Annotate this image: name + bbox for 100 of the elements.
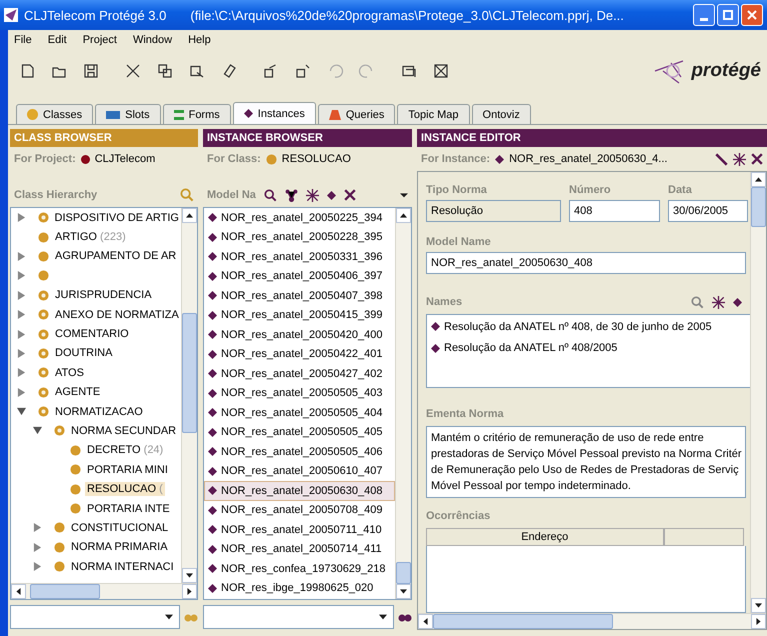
text-field[interactable]: 30/06/2005	[668, 200, 748, 222]
tab[interactable]: Instances	[232, 102, 316, 124]
tab[interactable]: Ontoviz	[472, 104, 531, 124]
instance-row[interactable]: NOR_res_anatel_20050422_401	[204, 344, 395, 364]
text-field[interactable]: 408	[569, 200, 660, 222]
expand-arrow-icon[interactable]	[17, 213, 26, 222]
class-name[interactable]: NORMATIZACAO	[53, 404, 145, 419]
instance-row[interactable]: NOR_res_anatel_20050505_404	[204, 403, 395, 422]
scroll-down-button[interactable]	[182, 568, 197, 583]
expand-arrow-icon[interactable]	[33, 523, 42, 532]
expand-arrow-icon[interactable]	[33, 542, 42, 552]
scrollbar-thumb[interactable]	[751, 187, 766, 227]
tab[interactable]: Queries	[318, 104, 396, 124]
menu-item[interactable]: Edit	[48, 34, 67, 46]
instance-row[interactable]: NOR_res_anatel_20050225_394	[204, 208, 395, 228]
class-name[interactable]: DISPOSITIVO DE ARTIG	[52, 210, 181, 225]
instance-row[interactable]: NOR_res_ibge_19980625_020	[204, 578, 395, 598]
class-name[interactable]: NORMA PRIMARIA	[69, 540, 170, 554]
sparkle-icon[interactable]	[306, 188, 319, 202]
expand-arrow-icon[interactable]	[17, 348, 26, 358]
text-area[interactable]: Mantém o critério de remuneração de uso de rede entre prestadoras de Serviço Móvel Pessoal previsto na Norma Critér de Remuneração pelo Uso de Redes de Prestadoras de Serviç Móvel Pessoal por tempo indeterminado.	[426, 426, 746, 498]
menu-item[interactable]: Help	[188, 34, 211, 46]
expand-arrow-icon[interactable]	[17, 271, 26, 280]
scroll-right-button[interactable]	[182, 584, 197, 599]
instance-row[interactable]: NOR_res_anatel_20050708_409	[204, 500, 395, 520]
instance-row[interactable]: NOR_res_anatel_20050505_406	[204, 442, 395, 462]
class-name[interactable]: ARTIGO (223)	[53, 230, 128, 244]
menu-item[interactable]: Window	[132, 34, 172, 46]
scrollbar-thumb[interactable]	[396, 562, 411, 584]
expand-arrow-icon[interactable]	[17, 368, 26, 378]
scrollbar-thumb[interactable]	[182, 313, 197, 433]
search-field[interactable]	[10, 605, 180, 629]
tab[interactable]: Topic Map	[397, 104, 470, 124]
instance-row[interactable]: NOR_res_anatel_20050427_402	[204, 364, 395, 384]
instance-row[interactable]: NOR_res_anatel_20050610_407	[204, 462, 395, 481]
tab[interactable]: Forms	[162, 104, 231, 124]
expand-arrow-icon[interactable]	[17, 310, 26, 320]
save-icon[interactable]	[82, 62, 100, 80]
scroll-down-button[interactable]	[751, 598, 766, 613]
instance-row[interactable]: NOR_res_anatel_20050228_395	[204, 228, 395, 247]
collapse-arrow-icon[interactable]	[33, 426, 42, 436]
instance-row[interactable]: NOR_res_anatel_20050711_410	[204, 520, 395, 540]
instance-row[interactable]: NOR_res_anatel_20050407_398	[204, 286, 395, 306]
instance-row[interactable]: NOR_res_confea_19730629_218	[204, 559, 395, 578]
scroll-up-button[interactable]	[396, 208, 411, 223]
name-value[interactable]: Resolução da ANATEL nº 408/2005	[444, 342, 618, 354]
column-header[interactable]: Endereço	[426, 528, 664, 546]
delete-icon[interactable]	[751, 153, 763, 165]
minimize-button[interactable]	[693, 4, 715, 26]
class-name[interactable]: JURISPRUDENCIA	[53, 288, 154, 302]
tab[interactable]: Classes	[16, 104, 94, 124]
class-name[interactable]: AGENTE	[53, 385, 102, 400]
instance-row[interactable]: NOR_res_anatel_20050420_400	[204, 325, 395, 344]
instance-row[interactable]: NOR_res_anatel_20050406_397	[204, 266, 395, 286]
scroll-down-button[interactable]	[396, 584, 411, 599]
class-name[interactable]: COMENTARIO	[53, 327, 131, 342]
class-name[interactable]: CONSTITUCIONAL	[69, 520, 170, 535]
class-name[interactable]: NORMA SECUNDAR	[69, 424, 178, 438]
class-name[interactable]: RESOLUCAO (	[85, 482, 165, 496]
expand-arrow-icon[interactable]	[17, 388, 26, 397]
search-icon[interactable]	[264, 188, 277, 202]
collapse-arrow-icon[interactable]	[17, 407, 26, 416]
delete-icon[interactable]	[344, 189, 356, 201]
instance-row[interactable]: NOR_res_anatel_20050505_405	[204, 422, 395, 442]
expand-arrow-icon[interactable]	[17, 290, 26, 300]
close-button[interactable]	[741, 4, 763, 26]
class-name[interactable]: NORMA INTERNACI	[69, 560, 176, 574]
class-name[interactable]: DECRETO (24)	[85, 443, 166, 458]
delete-frame-icon[interactable]	[432, 62, 450, 80]
instance-row[interactable]: NOR_res_anatel_20050331_396	[204, 247, 395, 266]
create-icon[interactable]	[284, 188, 298, 202]
scroll-up-button[interactable]	[751, 172, 766, 187]
scroll-left-button[interactable]	[11, 584, 26, 599]
instance-row[interactable]: NOR_res_anatel_20050714_411	[204, 540, 395, 559]
search-field[interactable]	[203, 605, 394, 629]
instance-row[interactable]: NOR_res_anatel_20050630_408	[204, 481, 395, 500]
maximize-button[interactable]	[717, 4, 739, 26]
class-name[interactable]: PORTARIA INTE	[85, 502, 172, 516]
class-name[interactable]: AGRUPAMENTO DE AR	[53, 249, 178, 264]
scrollbar-thumb[interactable]	[30, 584, 100, 599]
name-value[interactable]: Resolução da ANATEL nº 408, de 30 de junho de 2005	[444, 320, 712, 333]
text-field[interactable]: NOR_res_anatel_20050630_408	[426, 252, 746, 274]
sparkle-icon[interactable]	[733, 152, 746, 166]
copy-icon[interactable]	[156, 62, 174, 80]
expand-arrow-icon[interactable]	[33, 562, 42, 572]
class-name[interactable]: ANEXO DE NORMATIZA	[53, 308, 181, 322]
instance-row[interactable]: NOR_res_anatel_20050505_403	[204, 384, 395, 403]
class-name[interactable]: PORTARIA MINI	[85, 462, 170, 477]
class-name[interactable]: ATOS	[53, 366, 86, 380]
menu-item[interactable]: Project	[82, 34, 117, 46]
expand-arrow-icon[interactable]	[17, 330, 26, 339]
sparkle-icon[interactable]	[712, 296, 725, 308]
tab[interactable]: Slots	[95, 104, 161, 124]
scroll-left-button[interactable]	[418, 614, 433, 629]
instance-row[interactable]: NOR_res_anatel_20050415_399	[204, 306, 395, 325]
scroll-right-button[interactable]	[751, 614, 766, 629]
scrollbar-thumb[interactable]	[433, 614, 613, 629]
menu-item[interactable]: File	[14, 34, 32, 46]
scroll-up-button[interactable]	[182, 208, 197, 223]
class-name[interactable]: DOUTRINA	[53, 346, 114, 360]
